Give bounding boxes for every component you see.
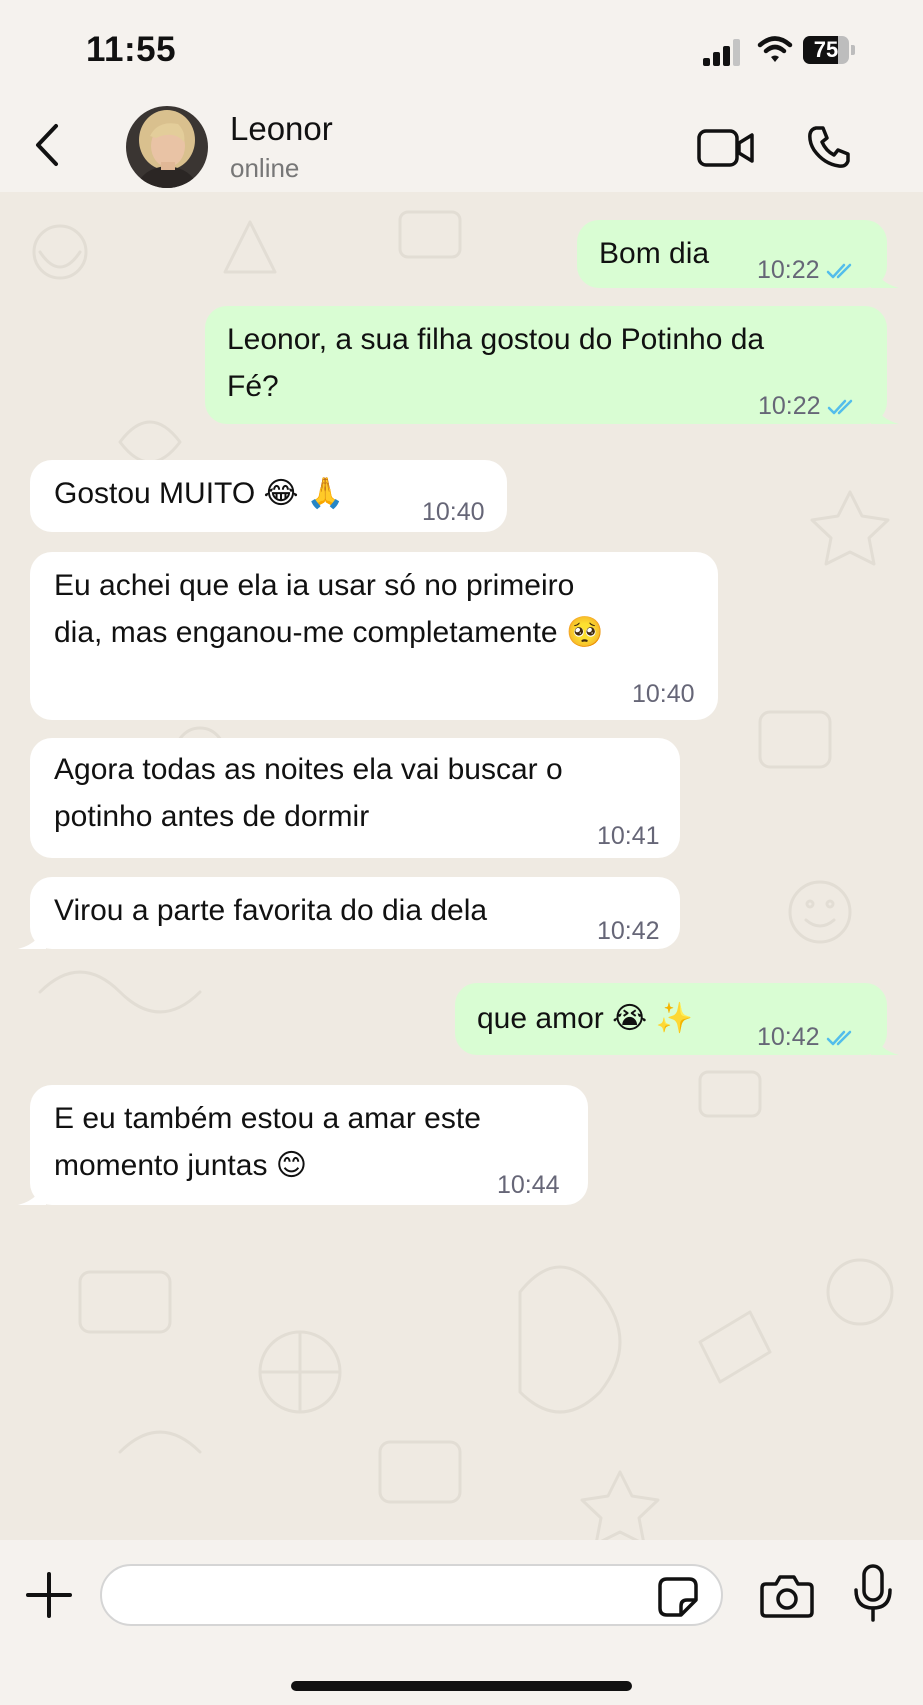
phone-icon[interactable] bbox=[806, 124, 852, 170]
message-text: que amor 😭 ✨ bbox=[477, 1002, 693, 1035]
outgoing-message[interactable]: Bom dia 10:22 bbox=[577, 220, 899, 288]
status-time: 11:55 bbox=[86, 30, 177, 69]
incoming-message[interactable]: E eu também estou a amar este momento jun… bbox=[18, 1085, 588, 1205]
bubble-tail bbox=[871, 258, 899, 288]
message-text: E eu também estou a amar este momento jun… bbox=[54, 1102, 481, 1182]
status-bar: 11:55 75 bbox=[0, 0, 923, 100]
message-text: Eu achei que ela ia usar só no primeiro d… bbox=[54, 569, 604, 649]
battery-icon: 75 bbox=[803, 36, 857, 66]
incoming-message[interactable]: Agora todas as noites ela vai buscar o po… bbox=[30, 738, 680, 858]
incoming-message[interactable]: Virou a parte favorita do dia dela 10:42 bbox=[18, 877, 680, 949]
incoming-message[interactable]: Gostou MUITO 😂 🙏 10:40 bbox=[30, 460, 507, 532]
message-text: Virou a parte favorita do dia dela bbox=[54, 894, 488, 927]
outgoing-message[interactable]: Leonor, a sua filha gostou do Potinho da… bbox=[205, 306, 899, 424]
message-time: 10:40 bbox=[632, 680, 695, 708]
chat-area[interactable]: Bom dia 10:22 Leonor, a sua filha gostou d… bbox=[0, 192, 923, 1540]
message-input[interactable] bbox=[100, 1564, 723, 1626]
sticker-icon[interactable] bbox=[657, 1576, 699, 1618]
home-indicator bbox=[291, 1681, 632, 1691]
message-time: 10:22 bbox=[757, 256, 856, 284]
message-text: Gostou MUITO 😂 🙏 bbox=[54, 477, 345, 510]
bubble-tail bbox=[18, 1175, 46, 1205]
read-receipt-icon bbox=[827, 400, 852, 415]
message-text: Agora todas as noites ela vai buscar o po… bbox=[54, 753, 563, 833]
microphone-icon[interactable] bbox=[853, 1564, 893, 1624]
message-time: 10:41 bbox=[597, 822, 660, 850]
plus-icon[interactable] bbox=[24, 1570, 74, 1620]
contact-name[interactable]: Leonor bbox=[230, 110, 333, 148]
input-bar bbox=[0, 1540, 923, 1705]
avatar[interactable] bbox=[126, 106, 208, 188]
message-text: Bom dia bbox=[599, 237, 710, 270]
battery-level: 75 bbox=[813, 37, 839, 62]
message-time: 10:22 bbox=[758, 392, 857, 420]
bubble-tail bbox=[18, 919, 46, 949]
wifi-icon bbox=[757, 36, 793, 62]
message-text: Leonor, a sua filha gostou do Potinho da… bbox=[227, 323, 765, 403]
message-time: 10:42 bbox=[597, 917, 660, 945]
message-time: 10:42 bbox=[757, 1023, 856, 1051]
message-time: 10:44 bbox=[497, 1171, 560, 1199]
contact-status: online bbox=[230, 153, 300, 183]
bubble-tail bbox=[871, 1025, 899, 1055]
read-receipt-icon bbox=[826, 1031, 851, 1046]
back-chevron-icon[interactable] bbox=[32, 122, 62, 168]
chat-header: Leonor online bbox=[0, 100, 923, 192]
incoming-message[interactable]: Eu achei que ela ia usar só no primeiro d… bbox=[30, 552, 718, 720]
camera-icon[interactable] bbox=[760, 1574, 814, 1618]
read-receipt-icon bbox=[826, 264, 851, 279]
cell-signal-icon bbox=[703, 39, 740, 66]
outgoing-message[interactable]: que amor 😭 ✨ 10:42 bbox=[455, 983, 899, 1055]
message-time: 10:40 bbox=[422, 498, 485, 526]
bubble-tail bbox=[871, 394, 899, 424]
video-call-icon[interactable] bbox=[697, 128, 755, 168]
